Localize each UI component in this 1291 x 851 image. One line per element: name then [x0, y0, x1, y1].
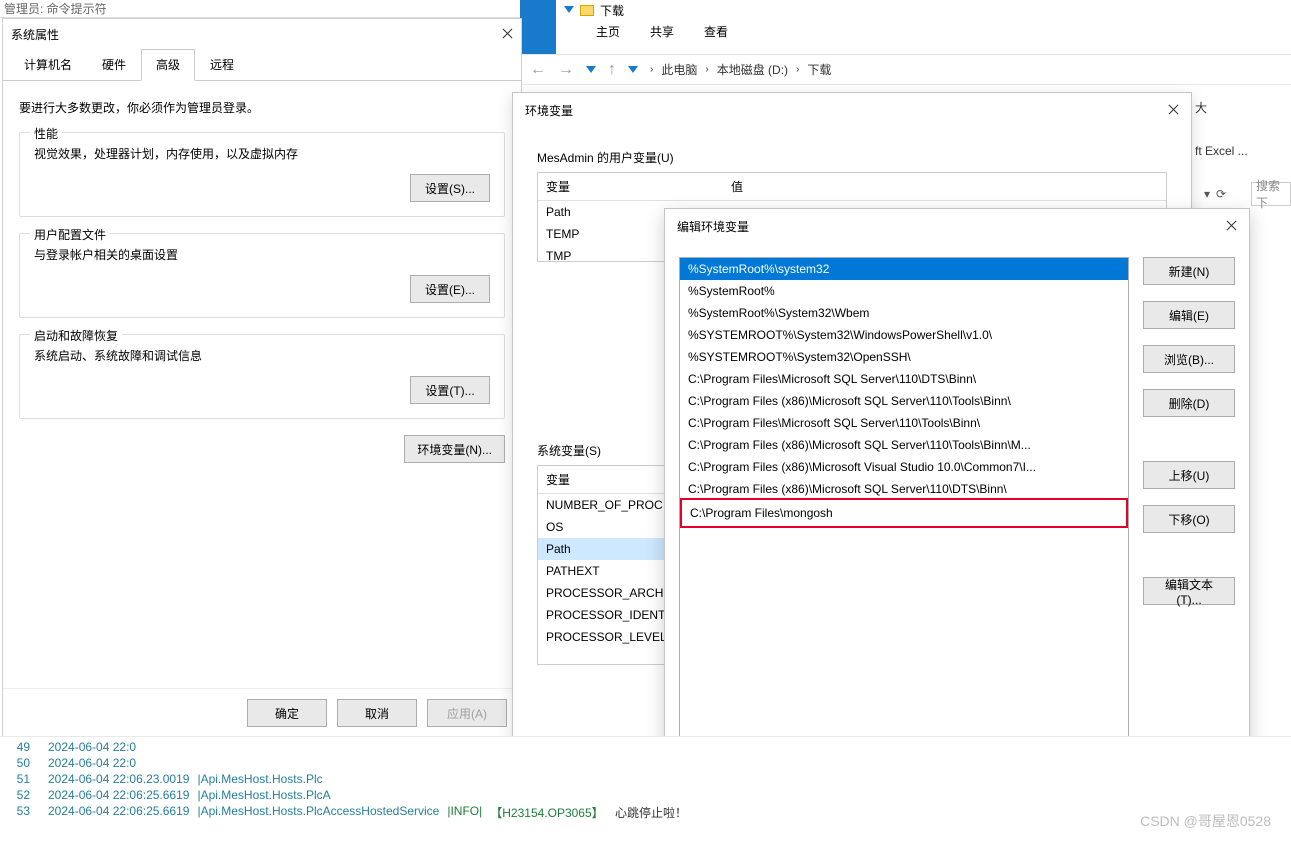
- cancel-button[interactable]: 取消: [337, 699, 417, 727]
- user-profiles-settings-button[interactable]: 设置(E)...: [410, 275, 490, 303]
- user-profiles-desc: 与登录帐户相关的桌面设置: [34, 246, 490, 263]
- browse-button[interactable]: 浏览(B)...: [1143, 345, 1235, 373]
- startup-recovery-group: 启动和故障恢复 系统启动、系统故障和调试信息 设置(T)...: [19, 334, 505, 419]
- file-tab-strip[interactable]: [520, 0, 556, 54]
- system-properties-dialog: 系统属性 计算机名 硬件 高级 远程 要进行大多数更改，你必须作为管理员登录。 …: [2, 18, 522, 738]
- startup-title: 启动和故障恢复: [30, 327, 122, 344]
- arrow-down-icon: [564, 6, 574, 13]
- delete-button[interactable]: 删除(D): [1143, 389, 1235, 417]
- list-item[interactable]: %SystemRoot%: [680, 280, 1128, 302]
- log-line: 492024-06-04 22:0: [0, 739, 1291, 755]
- arrow-down-icon: [628, 66, 638, 73]
- excel-file-hint: ft Excel ...: [1191, 130, 1291, 172]
- startup-desc: 系统启动、系统故障和调试信息: [34, 347, 490, 364]
- up-icon[interactable]: ↑: [608, 61, 616, 79]
- ribbon-view[interactable]: 查看: [704, 23, 728, 40]
- list-item[interactable]: %SystemRoot%\System32\Wbem: [680, 302, 1128, 324]
- environment-variables-button[interactable]: 环境变量(N)...: [404, 435, 505, 463]
- log-line: 502024-06-04 22:0: [0, 755, 1291, 771]
- crumb-downloads[interactable]: 下载: [807, 61, 831, 78]
- cmd-title-bar: 管理员: 命令提示符: [0, 0, 520, 18]
- path-list[interactable]: %SystemRoot%\system32 %SystemRoot% %Syst…: [679, 257, 1129, 747]
- envdlg-title: 环境变量: [525, 102, 573, 119]
- sysprops-title: 系统属性: [11, 26, 59, 43]
- chevron-right-icon: ›: [705, 64, 708, 75]
- move-down-button[interactable]: 下移(O): [1143, 505, 1235, 533]
- tab-remote[interactable]: 远程: [195, 49, 249, 80]
- explorer-top: 下载 主页 共享 查看: [520, 0, 1291, 55]
- explorer-address-bar[interactable]: ← → ↑ › 此电脑 › 本地磁盘 (D:) › 下载: [520, 55, 1291, 85]
- back-icon[interactable]: ←: [530, 61, 546, 79]
- performance-group: 性能 视觉效果，处理器计划，内存使用，以及虚拟内存 设置(S)...: [19, 132, 505, 217]
- ok-button[interactable]: 确定: [247, 699, 327, 727]
- tab-hardware[interactable]: 硬件: [87, 49, 141, 80]
- list-item[interactable]: C:\Program Files (x86)\Microsoft Visual …: [680, 456, 1128, 478]
- list-item-highlighted[interactable]: C:\Program Files\mongosh: [680, 498, 1128, 528]
- sysprops-tabs: 计算机名 硬件 高级 远程: [3, 49, 521, 81]
- performance-settings-button[interactable]: 设置(S)...: [410, 174, 490, 202]
- close-icon[interactable]: [1169, 105, 1179, 115]
- watermark: CSDN @哥屋恩0528: [1140, 811, 1271, 831]
- list-item[interactable]: %SYSTEMROOT%\System32\WindowsPowerShell\…: [680, 324, 1128, 346]
- list-item[interactable]: C:\Program Files (x86)\Microsoft SQL Ser…: [680, 434, 1128, 456]
- forward-icon[interactable]: →: [558, 61, 574, 79]
- list-item[interactable]: C:\Program Files (x86)\Microsoft SQL Ser…: [680, 390, 1128, 412]
- performance-title: 性能: [30, 125, 62, 142]
- col-variable[interactable]: 变量: [538, 173, 723, 200]
- chevron-right-icon: ›: [796, 64, 799, 75]
- move-up-button[interactable]: 上移(U): [1143, 461, 1235, 489]
- list-item[interactable]: %SystemRoot%\system32: [680, 258, 1128, 280]
- recent-icon[interactable]: [586, 66, 596, 73]
- new-button[interactable]: 新建(N): [1143, 257, 1235, 285]
- log-output: 492024-06-04 22:0 502024-06-04 22:0 5120…: [0, 736, 1291, 851]
- crumb-pc[interactable]: 此电脑: [661, 61, 697, 78]
- size-header: 大: [1191, 85, 1291, 130]
- tab-computer-name[interactable]: 计算机名: [9, 49, 87, 80]
- tab-advanced[interactable]: 高级: [141, 49, 195, 81]
- user-vars-label: MesAdmin 的用户变量(U): [513, 127, 1191, 172]
- editdlg-title: 编辑环境变量: [677, 218, 749, 235]
- user-profiles-title: 用户配置文件: [30, 226, 110, 243]
- ribbon-share[interactable]: 共享: [650, 23, 674, 40]
- log-line: 512024-06-04 22:06.23.0019|Api.MesHost.H…: [0, 771, 1291, 787]
- log-line: 532024-06-04 22:06:25.6619|Api.MesHost.H…: [0, 803, 1291, 822]
- admin-notice: 要进行大多数更改，你必须作为管理员登录。: [19, 99, 505, 116]
- list-item[interactable]: C:\Program Files (x86)\Microsoft SQL Ser…: [680, 478, 1128, 500]
- ribbon-home[interactable]: 主页: [596, 23, 620, 40]
- edit-button[interactable]: 编辑(E): [1143, 301, 1235, 329]
- list-item[interactable]: C:\Program Files\Microsoft SQL Server\11…: [680, 368, 1128, 390]
- log-line: 522024-06-04 22:06:25.6619|Api.MesHost.H…: [0, 787, 1291, 803]
- close-icon[interactable]: [503, 29, 513, 39]
- performance-desc: 视觉效果，处理器计划，内存使用，以及虚拟内存: [34, 145, 490, 162]
- chevron-right-icon: ›: [650, 64, 653, 75]
- crumb-disk[interactable]: 本地磁盘 (D:): [717, 61, 788, 78]
- close-icon[interactable]: [1227, 221, 1237, 231]
- edit-text-button[interactable]: 编辑文本(T)...: [1143, 577, 1235, 605]
- user-profiles-group: 用户配置文件 与登录帐户相关的桌面设置 设置(E)...: [19, 233, 505, 318]
- list-item[interactable]: C:\Program Files\Microsoft SQL Server\11…: [680, 412, 1128, 434]
- list-item[interactable]: %SYSTEMROOT%\System32\OpenSSH\: [680, 346, 1128, 368]
- startup-settings-button[interactable]: 设置(T)...: [410, 376, 490, 404]
- col-value[interactable]: 值: [723, 173, 1166, 200]
- apply-button[interactable]: 应用(A): [427, 699, 507, 727]
